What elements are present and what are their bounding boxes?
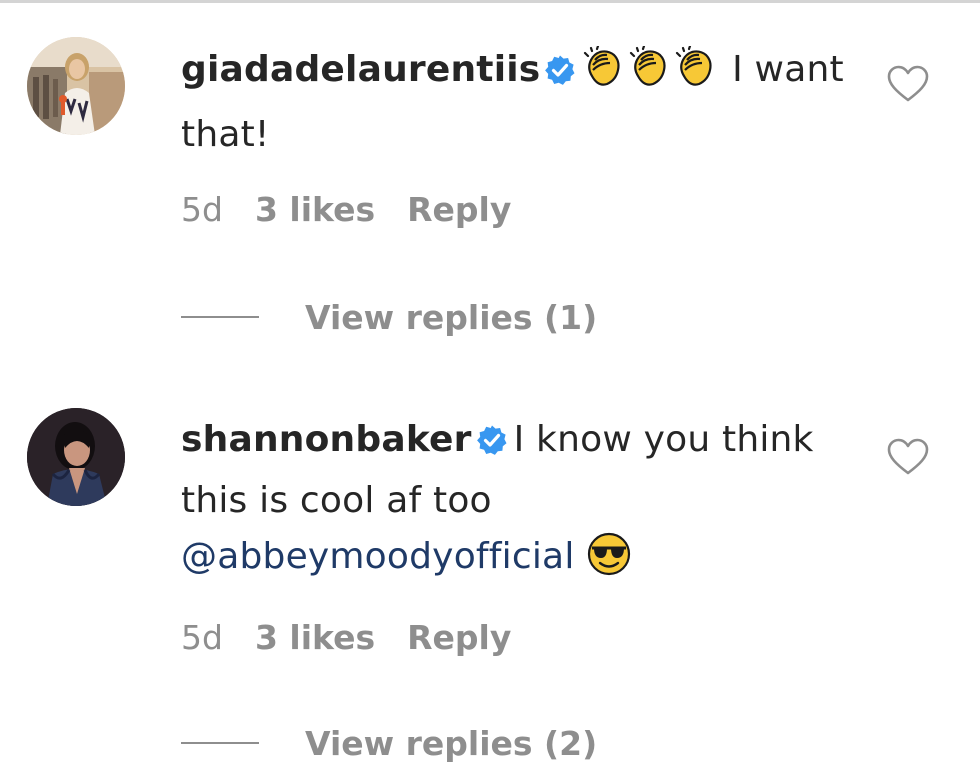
- verified-badge-icon: [544, 47, 576, 103]
- timestamp[interactable]: 5d: [181, 190, 223, 229]
- comment-text: shannonbaker I know you think this is coo…: [181, 412, 861, 594]
- comment-item: giadadelaurentiis I want that! 5d 3 likes…: [0, 0, 980, 370]
- timestamp[interactable]: 5d: [181, 618, 223, 657]
- comment-text: giadadelaurentiis I want that!: [181, 42, 861, 163]
- reply-button[interactable]: Reply: [407, 618, 511, 657]
- clapping-hands-icon: [582, 44, 626, 107]
- username[interactable]: shannonbaker: [181, 419, 472, 460]
- comment-meta: 5d 3 likes Reply: [181, 618, 543, 657]
- view-replies-button[interactable]: View replies (2): [181, 724, 597, 763]
- like-heart-icon[interactable]: [886, 437, 930, 477]
- comment-item: shannonbaker I know you think this is coo…: [0, 370, 980, 779]
- clapping-hands-icon: [628, 44, 672, 107]
- view-replies-button[interactable]: View replies (1): [181, 298, 597, 337]
- likes-count[interactable]: 3 likes: [255, 618, 375, 657]
- like-heart-icon[interactable]: [886, 64, 930, 104]
- mention-link[interactable]: @abbeymoodyofficial: [181, 536, 575, 577]
- verified-badge-icon: [476, 417, 508, 473]
- avatar[interactable]: [27, 37, 125, 135]
- likes-count[interactable]: 3 likes: [255, 190, 375, 229]
- replies-divider: [181, 316, 259, 318]
- avatar[interactable]: [27, 408, 125, 506]
- clapping-hands-icon: [674, 44, 718, 107]
- reply-button[interactable]: Reply: [407, 190, 511, 229]
- smiling-face-with-sunglasses-icon: [586, 531, 632, 594]
- view-replies-label: View replies (1): [305, 298, 598, 337]
- username[interactable]: giadadelaurentiis: [181, 49, 540, 90]
- comment-meta: 5d 3 likes Reply: [181, 190, 543, 229]
- replies-divider: [181, 742, 259, 744]
- view-replies-label: View replies (2): [305, 724, 598, 763]
